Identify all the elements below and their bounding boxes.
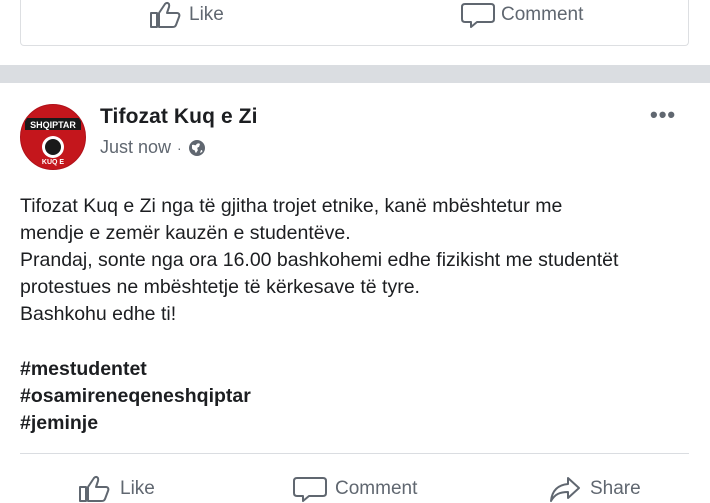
meta-separator: · (177, 139, 182, 156)
feed-separator (0, 65, 710, 83)
post-card: SHQIPTAR KUQ E Tifozat Kuq e Zi Just now… (0, 83, 710, 502)
more-options-button[interactable]: ••• (650, 104, 676, 126)
post-text-line: mendje e zemër kauzën e studentëve. (20, 222, 351, 244)
previous-comment-label: Comment (501, 4, 584, 25)
post-meta: Just now · (100, 137, 206, 158)
post-text-line: Bashkohu edhe ti! (20, 303, 177, 325)
thumbs-up-icon (150, 2, 181, 28)
avatar-text-top: SHQIPTAR (30, 120, 76, 130)
comment-label: Comment (335, 478, 418, 499)
hashtag-list: #mestudentet #osamireneqeneshqiptar #jem… (20, 356, 251, 437)
previous-post-card: Like Comment (20, 0, 689, 46)
globe-icon (188, 139, 205, 156)
hashtag-link[interactable]: #mestudentet (20, 356, 251, 383)
actions-divider (20, 453, 689, 454)
hashtag-link[interactable]: #osamireneqeneshqiptar (20, 383, 251, 410)
post-text-line: Tifozat Kuq e Zi nga të gjitha trojet et… (20, 195, 563, 217)
post-text-line: Prandaj, sonte nga ora 16.00 bashkohemi … (20, 249, 619, 271)
post-text: Tifozat Kuq e Zi nga të gjitha trojet et… (20, 193, 700, 328)
previous-comment-button[interactable]: Comment (461, 0, 583, 30)
hashtag-link[interactable]: #jeminje (20, 410, 251, 437)
post-text-line: protestues ne mbështetje të kërkesave të… (20, 276, 420, 298)
avatar-text-bottom: KUQ E (42, 159, 65, 166)
previous-like-label: Like (189, 4, 224, 25)
avatar-logo: SHQIPTAR KUQ E (21, 105, 85, 169)
previous-like-button[interactable]: Like (149, 0, 224, 30)
comment-icon (461, 3, 495, 28)
post-timestamp[interactable]: Just now (100, 137, 171, 158)
avatar[interactable]: SHQIPTAR KUQ E (20, 104, 86, 170)
like-label: Like (120, 478, 155, 499)
share-label: Share (590, 478, 641, 499)
post-author[interactable]: Tifozat Kuq e Zi (100, 105, 258, 129)
